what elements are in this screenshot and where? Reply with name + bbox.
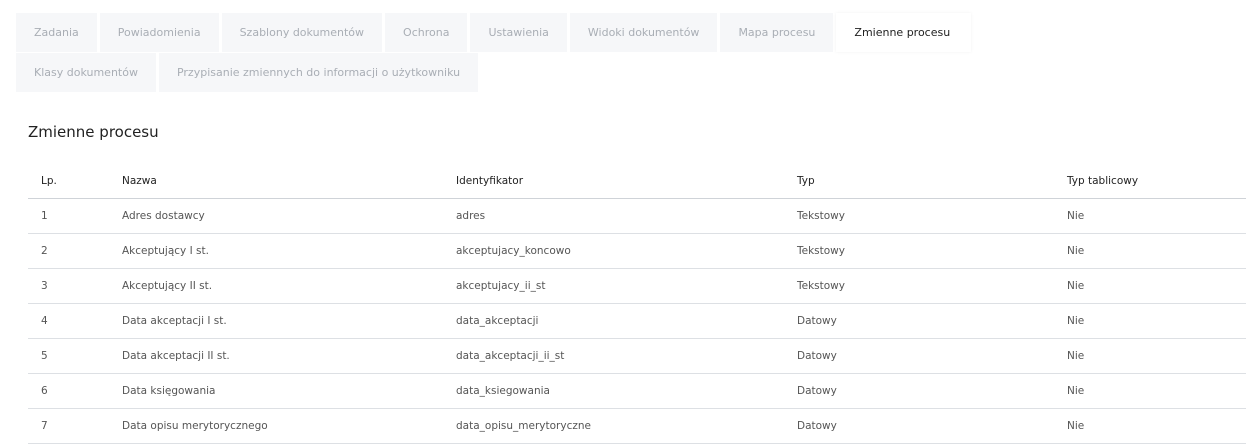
column-header-nazwa[interactable]: Nazwa	[122, 164, 456, 199]
variables-table: Lp. Nazwa Identyfikator Typ Typ tablicow…	[28, 164, 1246, 444]
table-row[interactable]: 5 Data akceptacji II st. data_akceptacji…	[28, 338, 1246, 374]
cell-typ: Tekstowy	[797, 233, 1067, 269]
cell-nazwa: Adres dostawcy	[122, 198, 456, 234]
cell-lp: 5	[28, 338, 122, 374]
tab-ochrona[interactable]: Ochrona	[385, 13, 471, 52]
cell-identyfikator: data_akceptacji_ii_st	[456, 338, 797, 374]
cell-lp: 4	[28, 303, 122, 339]
cell-identyfikator: data_ksiegowania	[456, 373, 797, 409]
cell-lp: 1	[28, 198, 122, 234]
cell-typ: Datowy	[797, 303, 1067, 339]
cell-identyfikator: akceptujacy_ii_st	[456, 268, 797, 304]
tab-zadania[interactable]: Zadania	[16, 13, 100, 52]
cell-typ: Datowy	[797, 408, 1067, 444]
cell-typ: Tekstowy	[797, 198, 1067, 234]
tab-szablony-dokumentow[interactable]: Szablony dokumentów	[221, 13, 386, 52]
column-header-typ-tablicowy[interactable]: Typ tablicowy	[1067, 164, 1246, 199]
tab-przypisanie-zmiennych[interactable]: Przypisanie zmiennych do informacji o uż…	[158, 53, 482, 92]
tab-ustawienia[interactable]: Ustawienia	[470, 13, 570, 52]
cell-typ-tablicowy: Nie	[1067, 198, 1246, 234]
cell-nazwa: Akceptujący I st.	[122, 233, 456, 269]
table-header-row: Lp. Nazwa Identyfikator Typ Typ tablicow…	[28, 164, 1246, 199]
column-header-identyfikator[interactable]: Identyfikator	[456, 164, 797, 199]
cell-lp: 3	[28, 268, 122, 304]
cell-typ-tablicowy: Nie	[1067, 268, 1246, 304]
tab-bar: Zadania Powiadomienia Szablony dokumentó…	[16, 13, 1046, 92]
cell-typ-tablicowy: Nie	[1067, 233, 1246, 269]
cell-lp: 2	[28, 233, 122, 269]
page-title: Zmienne procesu	[28, 123, 159, 141]
tab-zmienne-procesu[interactable]: Zmienne procesu	[836, 13, 972, 52]
tab-powiadomienia[interactable]: Powiadomienia	[99, 13, 222, 52]
cell-nazwa: Akceptujący II st.	[122, 268, 456, 304]
cell-nazwa: Data akceptacji II st.	[122, 338, 456, 374]
cell-typ: Datowy	[797, 338, 1067, 374]
cell-nazwa: Data opisu merytorycznego	[122, 408, 456, 444]
table-row[interactable]: 7 Data opisu merytorycznego data_opisu_m…	[28, 408, 1246, 444]
table-row[interactable]: 1 Adres dostawcy adres Tekstowy Nie	[28, 198, 1246, 234]
cell-lp: 7	[28, 408, 122, 444]
tab-klasy-dokumentow[interactable]: Klasy dokumentów	[16, 53, 159, 92]
cell-nazwa: Data akceptacji I st.	[122, 303, 456, 339]
cell-identyfikator: akceptujacy_koncowo	[456, 233, 797, 269]
cell-typ-tablicowy: Nie	[1067, 408, 1246, 444]
cell-typ: Datowy	[797, 373, 1067, 409]
column-header-typ[interactable]: Typ	[797, 164, 1067, 199]
cell-identyfikator: adres	[456, 198, 797, 234]
cell-identyfikator: data_akceptacji	[456, 303, 797, 339]
cell-typ: Tekstowy	[797, 268, 1067, 304]
cell-nazwa: Data księgowania	[122, 373, 456, 409]
table-row[interactable]: 2 Akceptujący I st. akceptujacy_koncowo …	[28, 233, 1246, 269]
tab-widoki-dokumentow[interactable]: Widoki dokumentów	[569, 13, 721, 52]
cell-typ-tablicowy: Nie	[1067, 303, 1246, 339]
tab-mapa-procesu[interactable]: Mapa procesu	[720, 13, 837, 52]
table-row[interactable]: 3 Akceptujący II st. akceptujacy_ii_st T…	[28, 268, 1246, 304]
table-row[interactable]: 4 Data akceptacji I st. data_akceptacji …	[28, 303, 1246, 339]
cell-lp: 6	[28, 373, 122, 409]
column-header-lp[interactable]: Lp.	[28, 164, 122, 199]
cell-typ-tablicowy: Nie	[1067, 338, 1246, 374]
cell-typ-tablicowy: Nie	[1067, 373, 1246, 409]
cell-identyfikator: data_opisu_merytoryczne	[456, 408, 797, 444]
table-row[interactable]: 6 Data księgowania data_ksiegowania Dato…	[28, 373, 1246, 409]
